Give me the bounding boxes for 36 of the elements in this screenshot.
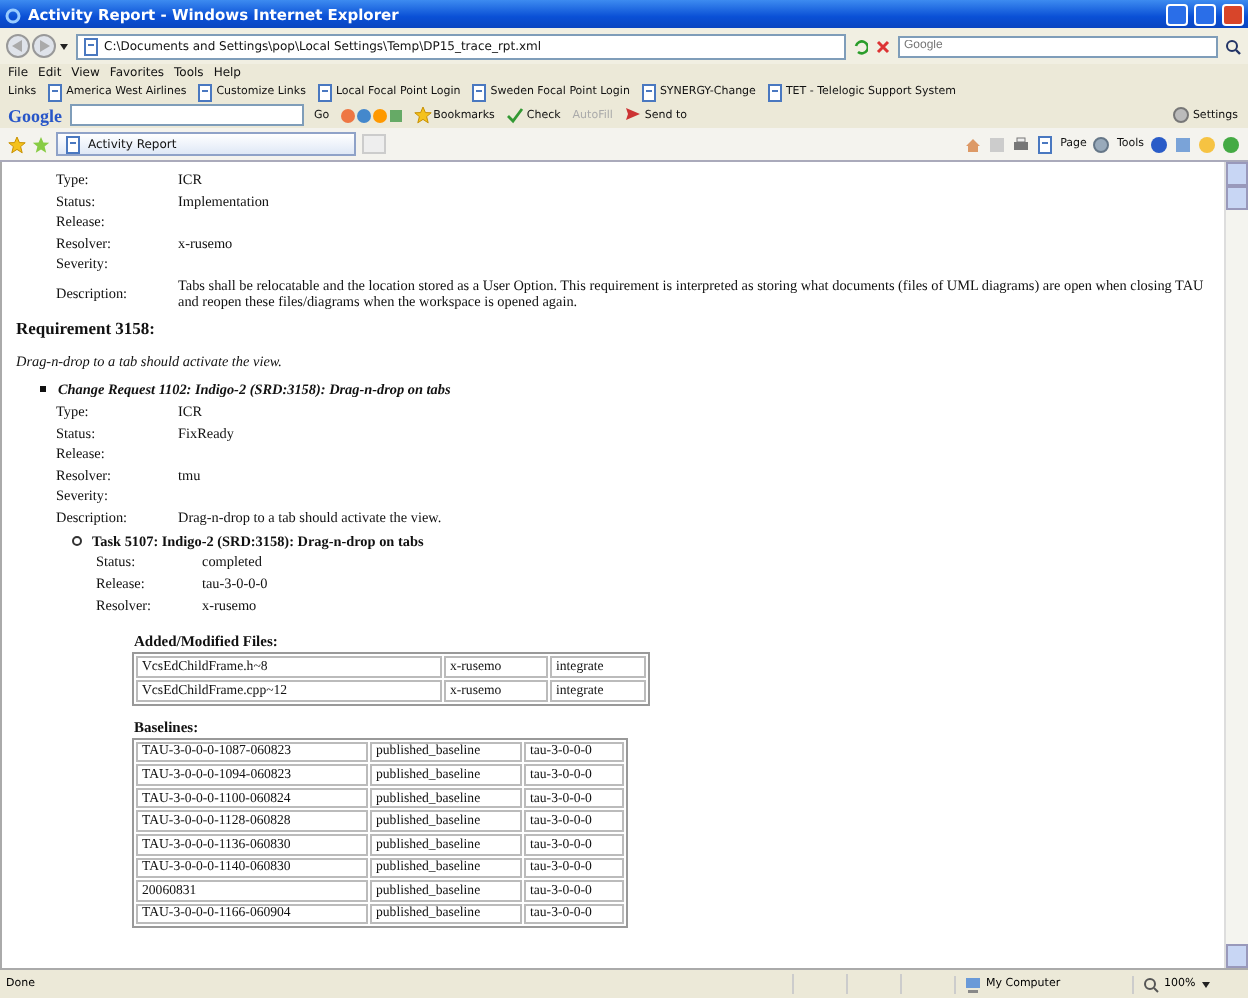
- page-icon: [64, 135, 82, 153]
- add-favorite-icon[interactable]: [32, 135, 50, 153]
- caret-icon[interactable]: [58, 40, 70, 52]
- link-page-icon: [765, 83, 782, 101]
- search-icon[interactable]: [1224, 37, 1242, 55]
- home-icon[interactable]: [964, 135, 983, 153]
- scroll-down-button[interactable]: [1226, 944, 1248, 968]
- refresh-icon[interactable]: [852, 37, 868, 55]
- new-tab-button[interactable]: [362, 134, 386, 154]
- magnifier-icon[interactable]: [1142, 975, 1160, 993]
- bullet-icon: [72, 536, 82, 547]
- scroll-thumb[interactable]: [1226, 186, 1248, 210]
- toolbar-icons-drawing[interactable]: [339, 105, 404, 125]
- page-icon: [1036, 135, 1055, 153]
- favorites-star-icon[interactable]: [8, 135, 26, 153]
- maximize-button[interactable]: [1194, 3, 1216, 25]
- requirement-heading: Requirement 3158:: [16, 317, 157, 338]
- computer-icon: [964, 975, 982, 993]
- print-icon[interactable]: [1012, 135, 1031, 153]
- link-page-icon: [196, 83, 213, 101]
- close-button[interactable]: [1222, 3, 1244, 25]
- send-icon: [624, 106, 643, 124]
- stop-icon[interactable]: [874, 37, 892, 55]
- minimize-button[interactable]: [1166, 3, 1188, 25]
- star-icon: [413, 106, 432, 124]
- page-icon: [82, 37, 100, 55]
- bullet-icon: [40, 386, 46, 393]
- link-page-icon: [470, 83, 487, 101]
- link-page-icon: [46, 83, 63, 101]
- scroll-up-button[interactable]: [1226, 162, 1248, 186]
- google-search-field[interactable]: [70, 104, 304, 126]
- google-logo: Google: [8, 105, 62, 125]
- caret-icon[interactable]: [1199, 978, 1212, 990]
- link-page-icon: [315, 83, 332, 101]
- link-page-icon: [639, 83, 656, 101]
- check-mark-icon: [506, 106, 525, 124]
